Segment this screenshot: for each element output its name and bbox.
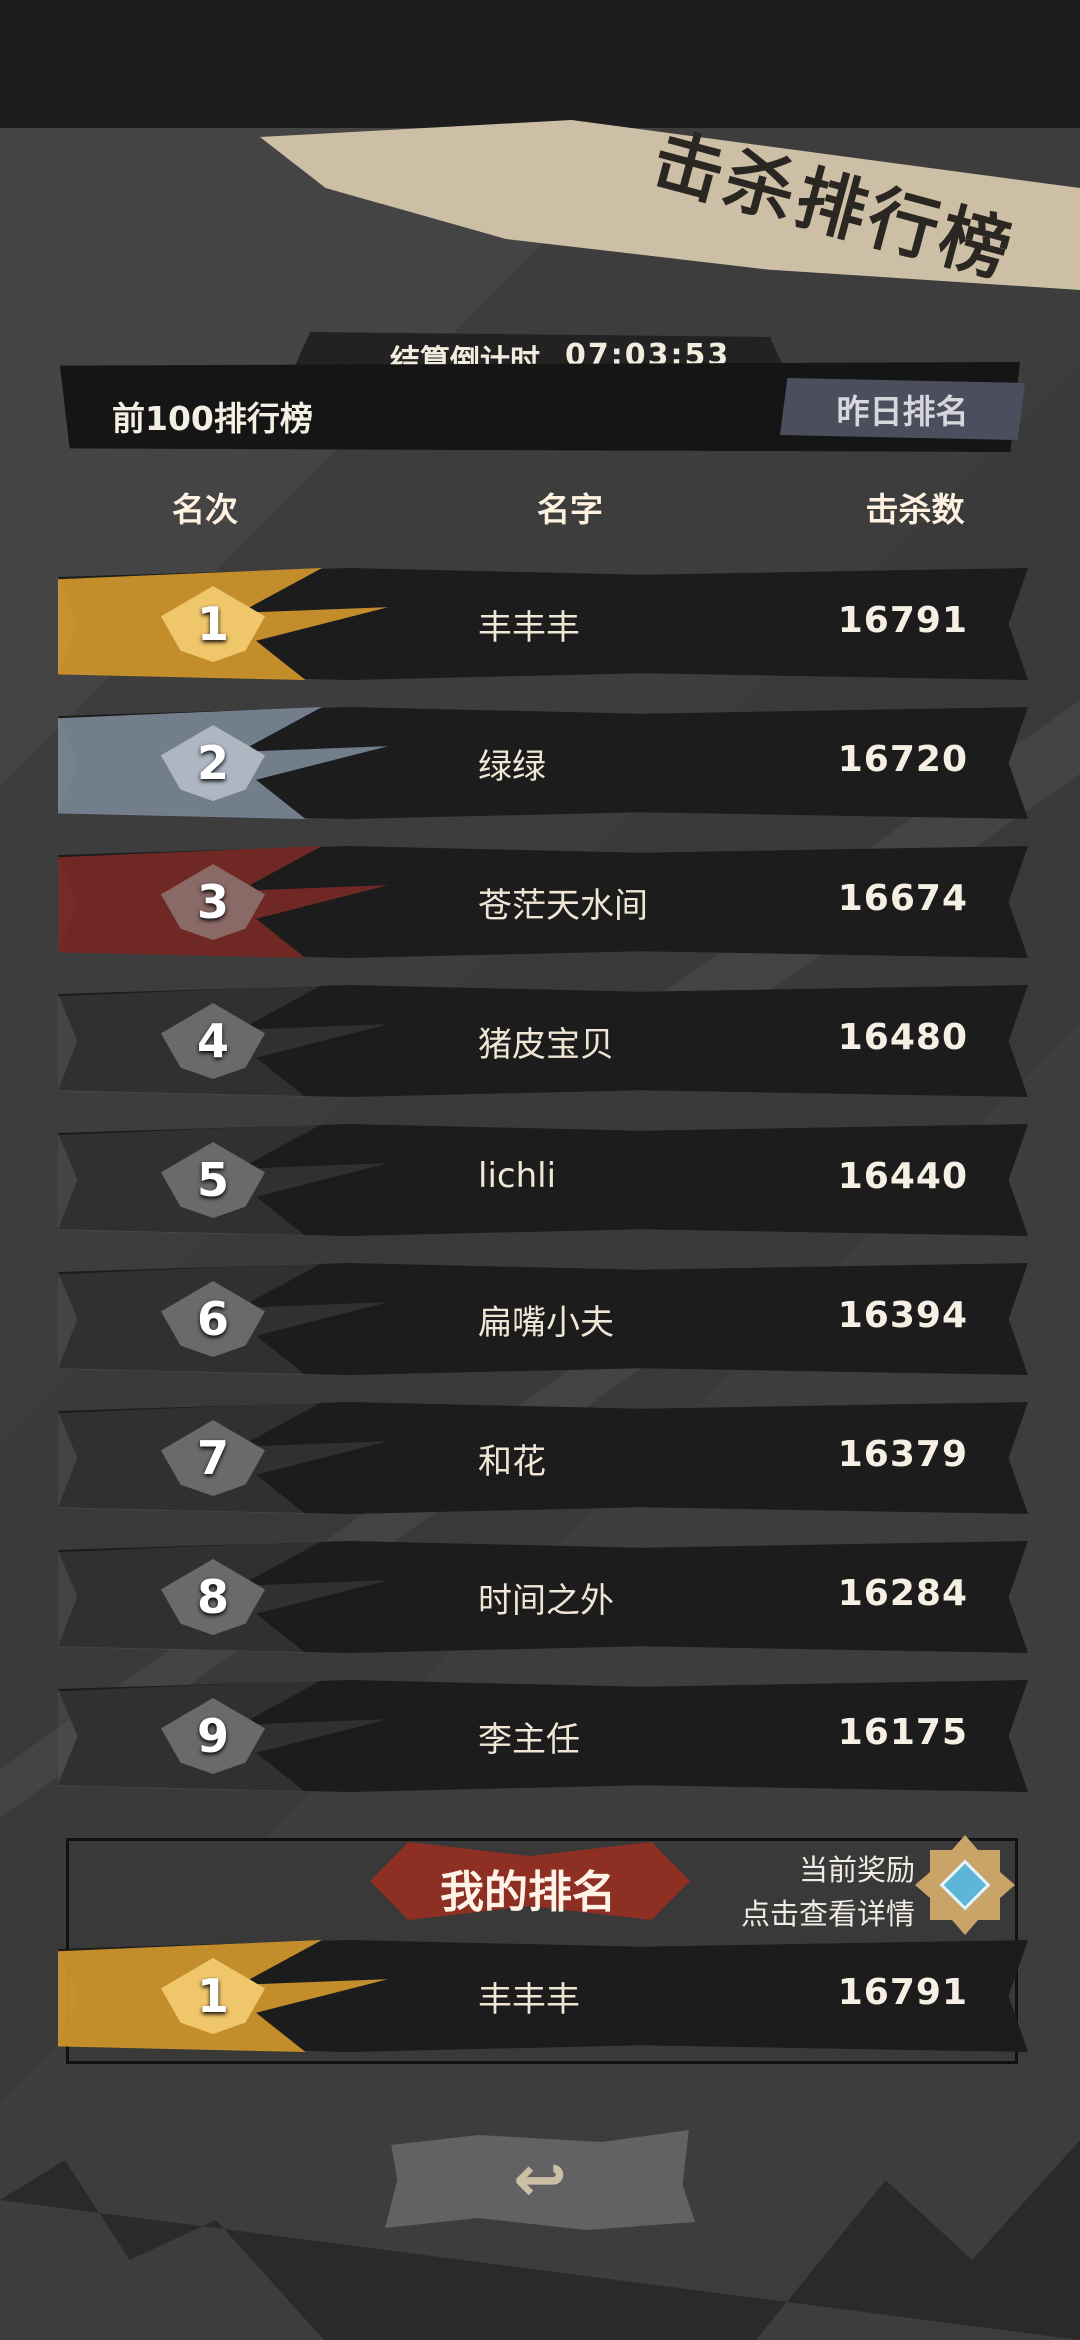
leaderboard-row: 3 苍茫天水间 16674 — [58, 846, 1028, 958]
player-name: 绿绿 — [478, 747, 546, 787]
kill-count: 16791 — [837, 1972, 968, 2013]
leaderboard-row: 9 李主任 16175 — [58, 1680, 1028, 1792]
kill-count: 16674 — [837, 878, 968, 919]
rank-number: 7 — [196, 1431, 229, 1485]
rank-badge-icon: 4 — [148, 1003, 278, 1079]
player-name: 和花 — [478, 1442, 546, 1482]
rank-number: 5 — [196, 1153, 229, 1207]
leaderboard-row: 6 扁嘴小夫 16394 — [58, 1263, 1028, 1375]
kill-count: 16440 — [837, 1156, 968, 1197]
rank-badge-icon: 1 — [148, 1958, 278, 2034]
reward-badge-icon[interactable] — [915, 1835, 1015, 1935]
rank-number: 4 — [196, 1014, 229, 1068]
rank-number: 6 — [196, 1292, 229, 1346]
kill-count: 16791 — [837, 600, 968, 641]
kill-count: 16284 — [837, 1573, 968, 1614]
column-name: 名字 — [485, 478, 655, 536]
leaderboard-row: 1 丰丰丰 16791 — [58, 568, 1028, 680]
rank-number: 8 — [196, 1570, 229, 1624]
player-name: 李主任 — [478, 1720, 580, 1760]
leaderboard-row: 7 和花 16379 — [58, 1402, 1028, 1514]
kill-count: 16720 — [837, 739, 968, 780]
leaderboard-title: 前100排行榜 — [112, 399, 313, 438]
yesterday-rank-button[interactable]: 昨日排名 — [780, 378, 1025, 440]
leaderboard-list: 1 丰丰丰 16791 2 绿绿 16720 3 苍茫天水间 16674 4 猪皮宝贝 16480 5 l… — [58, 568, 1028, 1819]
rank-badge-icon: 1 — [148, 586, 278, 662]
kill-count: 16379 — [837, 1434, 968, 1475]
player-name: 苍茫天水间 — [478, 886, 648, 926]
kill-count: 16480 — [837, 1017, 968, 1058]
leaderboard-row: 4 猪皮宝贝 16480 — [58, 985, 1028, 1097]
back-arrow-icon: ↩ — [513, 2143, 567, 2217]
rank-badge-icon: 6 — [148, 1281, 278, 1357]
player-name: 猪皮宝贝 — [478, 1025, 614, 1065]
my-rank-entry: 1 丰丰丰 16791 — [58, 1940, 1028, 2052]
reward-label: 当前奖励 — [798, 1853, 915, 1887]
player-name: 时间之外 — [478, 1581, 614, 1621]
column-rank: 名次 — [120, 478, 290, 536]
my-rank-title: 我的排名 — [440, 1867, 616, 1918]
rank-number: 9 — [196, 1709, 229, 1763]
player-name: 丰丰丰 — [478, 608, 580, 648]
column-kills: 击杀数 — [830, 478, 1000, 536]
rank-badge-icon: 8 — [148, 1559, 278, 1635]
player-name: lichli — [478, 1156, 557, 1196]
rank-badge-icon: 2 — [148, 725, 278, 801]
leaderboard-row: 2 绿绿 16720 — [58, 707, 1028, 819]
back-button[interactable]: ↩ — [385, 2130, 695, 2230]
player-name: 丰丰丰 — [478, 1980, 580, 2020]
rank-badge-icon: 5 — [148, 1142, 278, 1218]
rank-number: 2 — [196, 736, 229, 790]
rank-number: 1 — [196, 597, 229, 651]
top-bar — [0, 0, 1080, 130]
rank-badge-icon: 3 — [148, 864, 278, 940]
rank-badge-icon: 9 — [148, 1698, 278, 1774]
my-rank-row: 1 丰丰丰 16791 — [58, 1940, 1028, 2052]
leaderboard-row: 8 时间之外 16284 — [58, 1541, 1028, 1653]
kill-count: 16394 — [837, 1295, 968, 1336]
reward-details-label: 点击查看详情 — [740, 1897, 915, 1931]
kill-count: 16175 — [837, 1712, 968, 1753]
rank-number: 3 — [196, 875, 229, 929]
rank-number: 1 — [196, 1969, 229, 2023]
reward-link[interactable]: 当前奖励 点击查看详情 — [725, 1848, 915, 1936]
rank-badge-icon: 7 — [148, 1420, 278, 1496]
player-name: 扁嘴小夫 — [478, 1303, 614, 1343]
leaderboard-row: 5 lichli 16440 — [58, 1124, 1028, 1236]
